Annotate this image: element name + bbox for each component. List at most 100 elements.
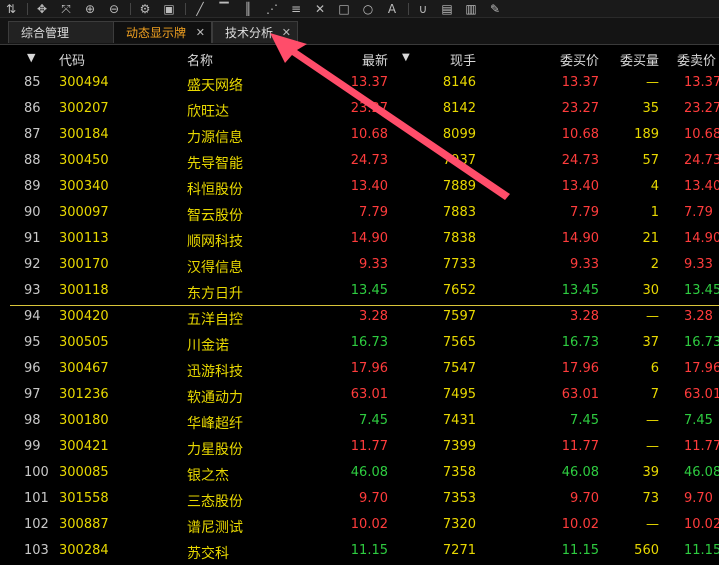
settings-icon[interactable]: ⚙ bbox=[134, 1, 156, 17]
stock-name: 苏交科 bbox=[187, 546, 229, 562]
sort-toggle-icon[interactable]: ▼ bbox=[27, 51, 35, 64]
table-row[interactable]: 94 300420 五洋自控 3.28 7597 3.28 — 3.28 bbox=[0, 305, 719, 331]
toolbar-divider bbox=[185, 2, 186, 15]
sort-icon[interactable]: ⇅ bbox=[0, 1, 22, 17]
stock-name: 智云股份 bbox=[187, 208, 243, 224]
bid-volume: — bbox=[646, 413, 659, 428]
table-row[interactable]: 97 301236 软通动力 63.01 7495 63.01 7 63.01 bbox=[0, 383, 719, 409]
cross-icon[interactable]: ✕ bbox=[309, 1, 331, 17]
bid-volume: 2 bbox=[650, 257, 659, 272]
magnet-icon[interactable]: ∪ bbox=[412, 1, 434, 17]
table-row[interactable]: 88 300450 先导智能 24.73 7937 24.73 57 24.73 bbox=[0, 149, 719, 175]
stock-code: 300467 bbox=[59, 361, 109, 376]
row-index: 93 bbox=[24, 283, 41, 298]
table-row[interactable]: 99 300421 力星股份 11.77 7399 11.77 — 11.77 bbox=[0, 435, 719, 461]
fan-icon[interactable]: ⋰ bbox=[261, 1, 283, 17]
tab-label: 技术分析 bbox=[225, 26, 274, 40]
column-header-bid-vol[interactable]: 委买量 bbox=[620, 50, 659, 69]
bid-price: 17.96 bbox=[561, 361, 599, 376]
current-volume: 7431 bbox=[442, 413, 476, 428]
column-header-name[interactable]: 名称 bbox=[187, 50, 213, 69]
lock-icon[interactable]: ▣ bbox=[158, 1, 180, 17]
tab-technical-analysis[interactable]: 技术分析 ✕ bbox=[212, 21, 298, 43]
ask-price: 3.28 bbox=[684, 309, 713, 324]
stock-code: 300097 bbox=[59, 205, 109, 220]
move-icon[interactable]: ✥ bbox=[31, 1, 53, 17]
table-row[interactable]: 85 300494 盛天网络 13.37 8146 13.37 — 13.37 bbox=[0, 71, 719, 97]
table-row[interactable]: 87 300184 力源信息 10.68 8099 10.68 189 10.68 bbox=[0, 123, 719, 149]
parallel-icon[interactable]: ▔ bbox=[213, 1, 235, 17]
table-row[interactable]: 95 300505 川金诺 16.73 7565 16.73 37 16.73 bbox=[0, 331, 719, 357]
column-header-bid[interactable]: 委买价 bbox=[560, 50, 599, 69]
stock-code: 300170 bbox=[59, 257, 109, 272]
bid-price: 7.45 bbox=[570, 413, 599, 428]
text-icon[interactable]: A bbox=[381, 1, 403, 17]
table-row[interactable]: 98 300180 华峰超纤 7.45 7431 7.45 — 7.45 bbox=[0, 409, 719, 435]
table-row[interactable]: 89 300340 科恒股份 13.40 7889 13.40 4 13.40 bbox=[0, 175, 719, 201]
delete-icon[interactable]: ▥ bbox=[460, 1, 482, 17]
ask-price: 16.73 bbox=[684, 335, 719, 350]
zoom-out-icon[interactable]: ⊖ bbox=[103, 1, 125, 17]
column-header-code[interactable]: 代码 bbox=[59, 50, 85, 69]
column-header-ask[interactable]: 委卖价 bbox=[677, 50, 716, 69]
last-price: 10.68 bbox=[350, 127, 388, 142]
column-header-volume[interactable]: 现手 bbox=[450, 50, 476, 69]
zoom-fit-icon[interactable]: ⤧ bbox=[55, 1, 77, 17]
line-icon[interactable]: ╱ bbox=[189, 1, 211, 17]
bid-volume: 1 bbox=[650, 205, 659, 220]
stock-code: 300887 bbox=[59, 517, 109, 532]
stock-name: 川金诺 bbox=[187, 338, 229, 354]
tab-overview[interactable]: 综合管理 bbox=[8, 21, 114, 43]
table-row[interactable]: 102 300887 谱尼测试 10.02 7320 10.02 — 10.02 bbox=[0, 513, 719, 539]
ask-price: 10.02 bbox=[684, 517, 719, 532]
ask-price: 7.45 bbox=[684, 413, 713, 428]
table-row[interactable]: 91 300113 顺网科技 14.90 7838 14.90 21 14.90 bbox=[0, 227, 719, 253]
bid-price: 24.73 bbox=[561, 153, 599, 168]
last-price: 46.08 bbox=[350, 465, 388, 480]
rect-icon[interactable]: □ bbox=[333, 1, 355, 17]
bid-price: 9.33 bbox=[570, 257, 599, 272]
table-row[interactable]: 93 300118 东方日升 13.45 7652 13.45 30 13.45 bbox=[0, 279, 719, 305]
row-index: 102 bbox=[24, 517, 49, 532]
last-price: 3.28 bbox=[359, 309, 388, 324]
table-row[interactable]: 92 300170 汉得信息 9.33 7733 9.33 2 9.33 bbox=[0, 253, 719, 279]
channel-icon[interactable]: ║ bbox=[237, 1, 259, 17]
ask-price: 13.45 bbox=[684, 283, 719, 298]
close-icon[interactable]: ✕ bbox=[282, 22, 291, 44]
bid-price: 46.08 bbox=[561, 465, 599, 480]
bid-volume: 189 bbox=[634, 127, 659, 142]
ask-price: 63.01 bbox=[684, 387, 719, 402]
table-row[interactable]: 100 300085 银之杰 46.08 7358 46.08 39 46.08 bbox=[0, 461, 719, 487]
table-row[interactable]: 96 300467 迅游科技 17.96 7547 17.96 6 17.96 bbox=[0, 357, 719, 383]
table-row[interactable]: 103 300284 苏交科 11.15 7271 11.15 560 11.15 bbox=[0, 539, 719, 565]
stock-name: 顺网科技 bbox=[187, 234, 243, 250]
last-price: 9.70 bbox=[359, 491, 388, 506]
row-index: 85 bbox=[24, 75, 41, 90]
fib-icon[interactable]: ≡ bbox=[285, 1, 307, 17]
ask-price: 11.15 bbox=[684, 543, 719, 558]
close-icon[interactable]: ✕ bbox=[196, 22, 205, 44]
column-header-last[interactable]: 最新 bbox=[362, 50, 388, 69]
stock-name: 欣旺达 bbox=[187, 104, 229, 120]
tab-dynamic-board[interactable]: 动态显示牌 ✕ bbox=[113, 21, 212, 43]
ask-price: 46.08 bbox=[684, 465, 719, 480]
tab-bar: 综合管理 动态显示牌 ✕ 技术分析 ✕ bbox=[0, 18, 719, 45]
current-volume: 7937 bbox=[442, 153, 476, 168]
table-row[interactable]: 86 300207 欣旺达 23.27 8142 23.27 35 23.27 bbox=[0, 97, 719, 123]
bid-volume: 6 bbox=[650, 361, 659, 376]
draw-icon[interactable]: ✎ bbox=[484, 1, 506, 17]
table-row[interactable]: 101 301558 三态股份 9.70 7353 9.70 73 9.70 bbox=[0, 487, 719, 513]
stock-name: 五洋自控 bbox=[187, 312, 243, 328]
zoom-in-icon[interactable]: ⊕ bbox=[79, 1, 101, 17]
row-index: 91 bbox=[24, 231, 41, 246]
current-volume: 7652 bbox=[442, 283, 476, 298]
last-price: 24.73 bbox=[350, 153, 388, 168]
table-row[interactable]: 90 300097 智云股份 7.79 7883 7.79 1 7.79 bbox=[0, 201, 719, 227]
save-icon[interactable]: ▤ bbox=[436, 1, 458, 17]
last-price: 11.15 bbox=[350, 543, 388, 558]
sort-desc-icon: ▼ bbox=[402, 52, 410, 63]
row-index: 99 bbox=[24, 439, 41, 454]
circle-icon[interactable]: ○ bbox=[357, 1, 379, 17]
bid-price: 11.77 bbox=[561, 439, 599, 454]
bid-volume: 57 bbox=[642, 153, 659, 168]
